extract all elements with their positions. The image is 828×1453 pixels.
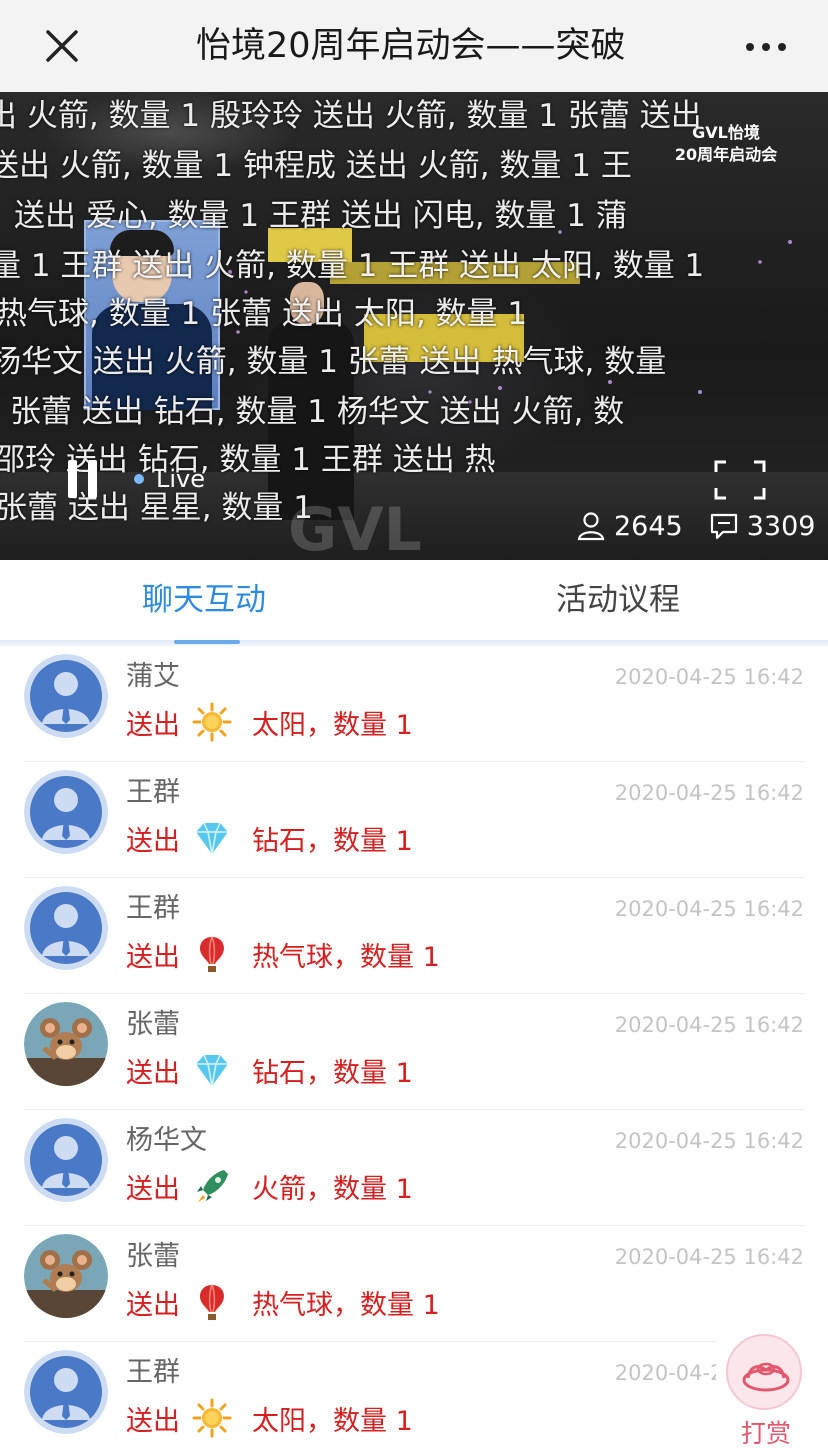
chat-message: 王群 2020-04-25 16:42 送出 钻石，数量 1 bbox=[0, 762, 828, 878]
chat-message: 张蕾 2020-04-25 16:42 送出 钻石，数量 1 bbox=[0, 994, 828, 1110]
sender-name: 王群 bbox=[126, 777, 180, 808]
gift-line: 送出 钻石，数量 1 bbox=[126, 818, 413, 858]
message-time: 2020-04-25 16:42 bbox=[614, 1245, 804, 1269]
sun-icon bbox=[192, 1398, 232, 1438]
gift-detail: 钻石，数量 1 bbox=[252, 1057, 413, 1089]
diamond-icon bbox=[192, 1050, 232, 1090]
reward-label: 打赏 bbox=[740, 1419, 791, 1448]
gift-line: 送出 热气球，数量 1 bbox=[126, 1282, 440, 1322]
gift-detail: 钻石，数量 1 bbox=[252, 825, 413, 857]
gift-line: 送出 太阳，数量 1 bbox=[126, 1398, 413, 1438]
comment-icon bbox=[710, 513, 737, 540]
reward-button[interactable]: 打赏 bbox=[716, 1318, 816, 1448]
message-time: 2020-04-25 16:42 bbox=[614, 665, 804, 689]
gift-detail: 热气球，数量 1 bbox=[252, 1289, 440, 1321]
avatar[interactable] bbox=[24, 1002, 108, 1086]
diamond-icon bbox=[192, 818, 232, 858]
sender-name: 张蕾 bbox=[126, 1009, 180, 1040]
gift-line: 送出 太阳，数量 1 bbox=[126, 702, 413, 742]
avatar[interactable] bbox=[24, 1350, 108, 1434]
stage-watermark: GVL bbox=[288, 495, 422, 560]
hot-air-balloon-icon bbox=[192, 934, 232, 974]
chat-message: 王群 2020-04-25 16:42 送出 太阳，数量 1 bbox=[0, 1342, 828, 1453]
gift-line: 送出 火箭，数量 1 bbox=[126, 1166, 413, 1206]
gift-detail: 火箭，数量 1 bbox=[252, 1173, 413, 1205]
gift-verb: 送出 bbox=[126, 825, 180, 857]
chat-list[interactable]: 蒲艾 2020-04-25 16:42 送出 太阳，数量 1 王群 2020-0… bbox=[0, 646, 828, 1453]
hot-air-balloon-icon bbox=[192, 1282, 232, 1322]
tab-bar: 聊天互动 活动议程 bbox=[0, 560, 828, 646]
avatar[interactable] bbox=[24, 1118, 108, 1202]
chat-message: 张蕾 2020-04-25 16:42 送出 热气球，数量 1 bbox=[0, 1226, 828, 1342]
close-icon[interactable] bbox=[40, 24, 84, 68]
event-logo: GVL怡境 20周年启动会 bbox=[674, 123, 778, 164]
gift-verb: 送出 bbox=[126, 1057, 180, 1089]
gift-verb: 送出 bbox=[126, 1173, 180, 1205]
message-time: 2020-04-25 16:42 bbox=[614, 897, 804, 921]
message-time: 2020-04-25 16:42 bbox=[614, 1013, 804, 1037]
sender-name: 杨华文 bbox=[126, 1125, 207, 1156]
chat-message: 杨华文 2020-04-25 16:42 送出 火箭，数量 1 bbox=[0, 1110, 828, 1226]
gift-detail: 热气球，数量 1 bbox=[252, 941, 440, 973]
tab-chat[interactable]: 聊天互动 bbox=[142, 578, 266, 622]
gift-detail: 太阳，数量 1 bbox=[252, 709, 413, 741]
chat-message: 王群 2020-04-25 16:42 送出 热气球，数量 1 bbox=[0, 878, 828, 994]
pause-button[interactable] bbox=[66, 460, 100, 498]
live-label: Live bbox=[156, 465, 206, 493]
sender-name: 王群 bbox=[126, 893, 180, 924]
chat-message: 蒲艾 2020-04-25 16:42 送出 太阳，数量 1 bbox=[0, 646, 828, 762]
live-dot-icon bbox=[134, 474, 144, 484]
fullscreen-icon[interactable] bbox=[714, 460, 766, 500]
tab-agenda[interactable]: 活动议程 bbox=[556, 578, 680, 622]
viewer-count: 2645 bbox=[614, 510, 683, 542]
live-video-player[interactable]: GVL怡境 20周年启动会 GVL 出 火箭, 数量 1 殷玲玲 送出 火箭, … bbox=[0, 92, 828, 560]
gift-verb: 送出 bbox=[126, 941, 180, 973]
active-tab-indicator bbox=[174, 640, 240, 644]
sender-name: 蒲艾 bbox=[126, 661, 180, 692]
avatar[interactable] bbox=[24, 886, 108, 970]
gift-detail: 太阳，数量 1 bbox=[252, 1405, 413, 1437]
message-time: 2020-04-25 16:42 bbox=[614, 1129, 804, 1153]
avatar[interactable] bbox=[24, 770, 108, 854]
gift-verb: 送出 bbox=[126, 1405, 180, 1437]
gold-ingot-icon bbox=[726, 1334, 802, 1410]
video-stats: 2645 3309 bbox=[576, 506, 815, 546]
avatar[interactable] bbox=[24, 1234, 108, 1318]
gift-verb: 送出 bbox=[126, 1289, 180, 1321]
sender-name: 王群 bbox=[126, 1357, 180, 1388]
live-indicator: Live bbox=[134, 464, 205, 494]
gift-verb: 送出 bbox=[126, 709, 180, 741]
avatar[interactable] bbox=[24, 654, 108, 738]
gift-line: 送出 热气球，数量 1 bbox=[126, 934, 440, 974]
top-nav-bar: 怡境20周年启动会——突破 bbox=[0, 0, 828, 92]
comment-count: 3309 bbox=[746, 510, 816, 542]
user-icon bbox=[577, 512, 605, 541]
rocket-icon bbox=[192, 1166, 232, 1206]
sun-icon bbox=[192, 702, 232, 742]
message-time: 2020-04-25 16:42 bbox=[614, 781, 804, 805]
gift-line: 送出 钻石，数量 1 bbox=[126, 1050, 413, 1090]
more-dots-icon[interactable] bbox=[744, 38, 788, 54]
sender-name: 张蕾 bbox=[126, 1241, 180, 1272]
page-title: 怡境20周年启动会——突破 bbox=[196, 26, 626, 66]
